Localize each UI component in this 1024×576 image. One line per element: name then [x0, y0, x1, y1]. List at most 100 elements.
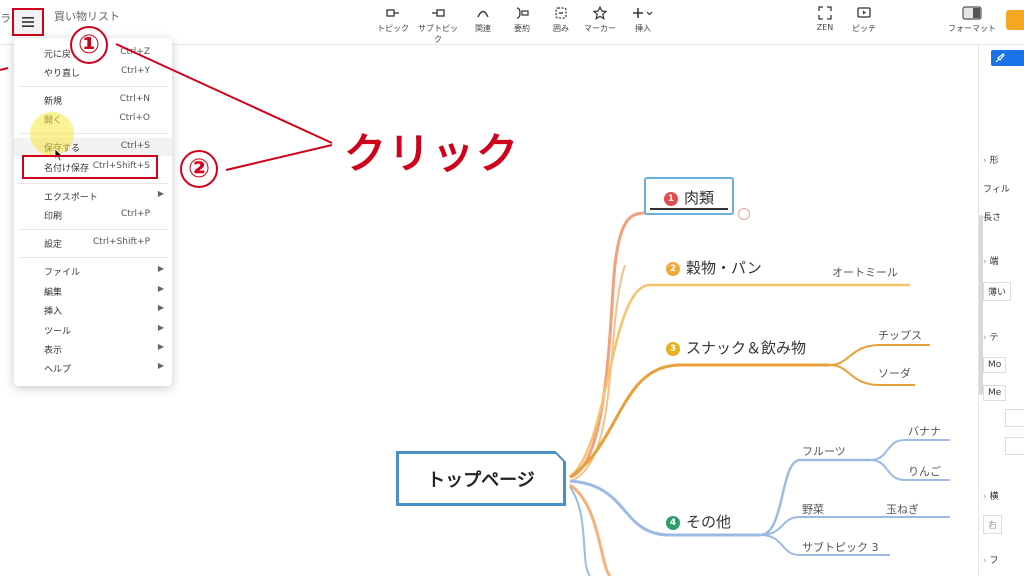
- subtopic-apple[interactable]: りんご: [908, 463, 941, 479]
- central-topic-fold-corner: [554, 451, 566, 463]
- document-title[interactable]: 買い物リスト: [54, 8, 120, 24]
- subtopic-banana[interactable]: バナナ: [908, 423, 941, 439]
- panel-font-select-2[interactable]: Me: [983, 385, 1007, 401]
- toolbar-topic-label: トピック: [377, 24, 409, 33]
- toolbar-marker-button[interactable]: マーカー: [579, 6, 621, 34]
- subtopic-icon: [432, 9, 445, 17]
- toolbar-topic-button[interactable]: トピック: [372, 6, 414, 34]
- central-topic[interactable]: トップページ: [396, 451, 566, 506]
- menu-item-help[interactable]: ヘルプ ▶: [14, 359, 172, 377]
- panel-right-select[interactable]: 右: [983, 515, 1003, 534]
- menu-item-new[interactable]: 新規 Ctrl+N: [14, 91, 172, 109]
- subtopic-vegetable[interactable]: 野菜: [802, 501, 824, 517]
- panel-fill-label: フィル: [983, 185, 1010, 195]
- submenu-arrow-icon: ▶: [157, 361, 164, 370]
- menu-item-label: ヘルプ: [44, 365, 72, 375]
- toolbar-relation-button[interactable]: 関連: [462, 6, 504, 34]
- topic-number-badge: 1: [664, 192, 678, 206]
- subtopic-onion[interactable]: 玉ねぎ: [886, 501, 919, 517]
- toolbar-format-button[interactable]: フォーマット: [948, 6, 996, 34]
- boundary-icon: [555, 7, 567, 19]
- branch-chips: [829, 344, 930, 366]
- menu-item-edit[interactable]: 編集 ▶: [14, 282, 172, 300]
- menu-item-shortcut: Ctrl+Z: [120, 47, 150, 57]
- submenu-arrow-icon: ▶: [157, 323, 164, 332]
- panel-border-section[interactable]: › 端: [983, 254, 999, 267]
- toolbar-insert-button[interactable]: 挿入: [622, 6, 664, 34]
- panel-style-tab[interactable]: [991, 50, 1024, 66]
- pitch-icon: [857, 7, 871, 18]
- topic-number-badge: 2: [666, 262, 680, 276]
- topic-meat-underline: [650, 208, 728, 210]
- subtopic-fruit[interactable]: フルーツ: [802, 443, 846, 459]
- subtopic-oatmeal[interactable]: オートミール: [832, 264, 898, 280]
- branch-banana: [869, 439, 950, 461]
- toolbar-format-label: フォーマット: [948, 24, 996, 33]
- toolbar-pitch-button[interactable]: ピッチ: [843, 6, 885, 34]
- menu-item-shortcut: Ctrl+Y: [120, 66, 150, 76]
- toolbar-zen-label: ZEN: [816, 23, 834, 32]
- hamburger-menu-button[interactable]: [12, 8, 44, 36]
- topic-grain-label: 穀物・パン: [686, 259, 762, 277]
- panel-shape-label: 形: [989, 156, 999, 166]
- topic-other[interactable]: 4 その他: [666, 511, 731, 532]
- panel-align-label: 横: [989, 492, 999, 502]
- panel-font-size-box[interactable]: [1005, 409, 1024, 427]
- save-as-highlight-box: [22, 155, 158, 179]
- panel-more-section[interactable]: › フ: [983, 553, 999, 566]
- menu-item-print[interactable]: 印刷 Ctrl+P: [14, 206, 172, 224]
- menu-separator: [18, 229, 168, 230]
- panel-color-box[interactable]: [1005, 437, 1024, 455]
- subtopic-chips[interactable]: チップス: [878, 327, 922, 343]
- format-panel: › 形 フィル 長さ › 端 薄い › テ Mo Me › 横 右 › フ: [978, 45, 1024, 576]
- toolbar-marker-label: マーカー: [584, 24, 616, 33]
- menu-item-label: 編集: [44, 288, 63, 298]
- panel-align-section[interactable]: › 横: [983, 489, 999, 502]
- toolbar-summary-label: 要約: [514, 24, 530, 33]
- menu-item-label: 設定: [44, 240, 63, 250]
- topic-snack[interactable]: 3 スナック＆飲み物: [666, 337, 806, 358]
- menu-item-file[interactable]: ファイル ▶: [14, 262, 172, 280]
- toolbar-summary-button[interactable]: 要約: [501, 6, 543, 34]
- menu-item-shortcut: Ctrl+N: [119, 94, 150, 104]
- toolbar-boundary-button[interactable]: 囲み: [540, 6, 582, 34]
- click-instruction-label: クリック: [344, 129, 521, 178]
- panel-thin-select[interactable]: 薄い: [983, 282, 1012, 301]
- menu-item-export[interactable]: エクスポート ▶: [14, 187, 172, 205]
- menu-item-insert[interactable]: 挿入 ▶: [14, 301, 172, 319]
- step-1-marker: ①: [70, 26, 108, 64]
- cursor-highlight: [30, 112, 74, 156]
- menu-item-settings[interactable]: 設定 Ctrl+Shift+P: [14, 234, 172, 252]
- toolbar-relation-label: 関連: [475, 24, 491, 33]
- menu-item-label: 新規: [44, 97, 63, 107]
- branch-veg: [759, 516, 950, 536]
- step-2-marker: ②: [180, 150, 218, 188]
- menu-item-redo[interactable]: やり直し Ctrl+Y: [14, 63, 172, 81]
- menu-item-view[interactable]: 表示 ▶: [14, 340, 172, 358]
- subtopic-soda[interactable]: ソーダ: [878, 365, 911, 381]
- orange-action-button[interactable]: [1006, 10, 1024, 30]
- summary-icon: [516, 7, 529, 19]
- panel-font-select[interactable]: Mo: [983, 357, 1007, 373]
- menu-item-label: 印刷: [44, 212, 63, 222]
- subtopic-3[interactable]: サブトピック 3: [802, 539, 879, 555]
- branch-other: [569, 479, 760, 537]
- panel-text-section[interactable]: › テ: [983, 330, 999, 343]
- collapse-count-badge[interactable]: [738, 208, 750, 220]
- menu-item-label: 挿入: [44, 307, 63, 317]
- toolbar-subtopic-button[interactable]: サブトピック: [417, 6, 459, 45]
- topic-grain[interactable]: 2 穀物・パン: [666, 257, 762, 278]
- topic-number-badge: 3: [666, 342, 680, 356]
- format-icon: [962, 6, 982, 20]
- menu-item-label: 表示: [44, 346, 63, 356]
- toolbar-zen-button[interactable]: ZEN: [804, 6, 846, 32]
- topic-meat[interactable]: 1 肉類: [644, 177, 734, 215]
- menu-item-tools[interactable]: ツール ▶: [14, 321, 172, 339]
- zen-icon: [818, 6, 832, 20]
- menu-item-label: ツール: [44, 327, 72, 337]
- panel-scrollbar[interactable]: [979, 215, 983, 395]
- panel-text-label: テ: [989, 333, 999, 343]
- toolbar-pitch-label: ピッチ: [852, 24, 876, 33]
- panel-shape-section[interactable]: › 形: [983, 153, 999, 166]
- toolbar-boundary-label: 囲み: [553, 24, 569, 33]
